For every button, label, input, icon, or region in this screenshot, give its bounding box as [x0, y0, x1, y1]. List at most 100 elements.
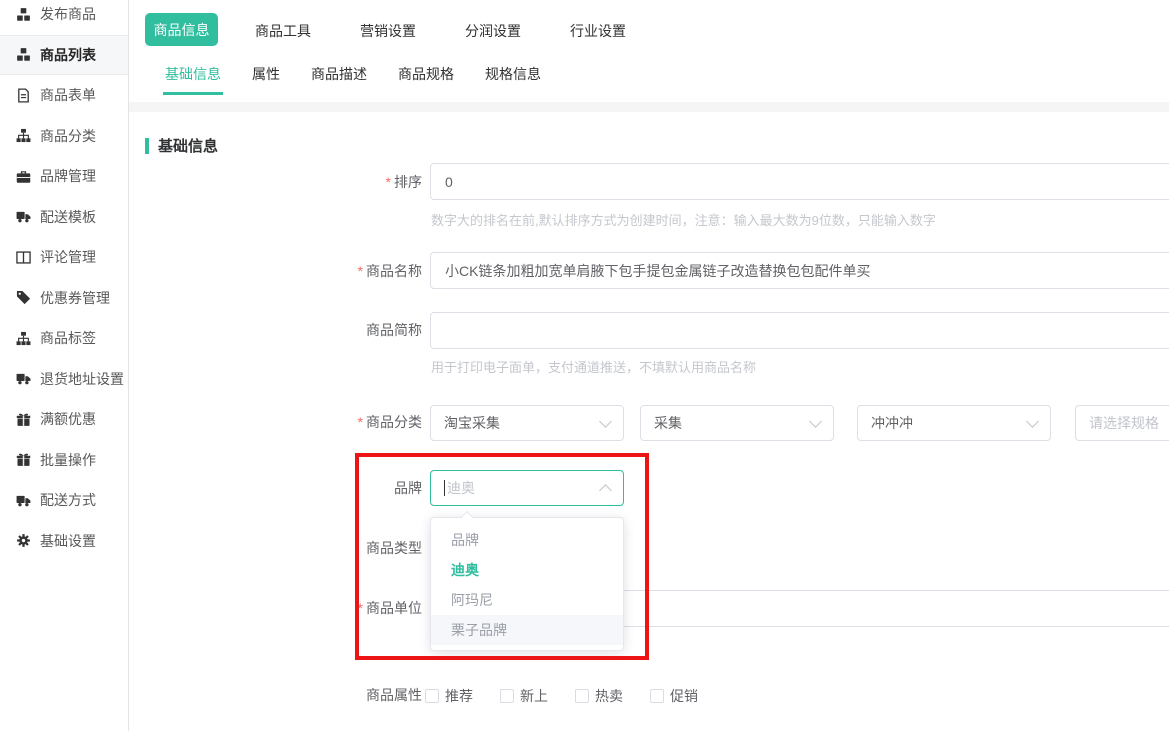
brand-option-1[interactable]: 迪奥	[431, 555, 623, 585]
sidebar-item-7[interactable]: 优惠券管理	[0, 278, 128, 319]
spec-select-placeholder: 请选择规格	[1089, 413, 1159, 433]
section-divider	[129, 102, 1169, 112]
product-name-label: *商品名称	[129, 263, 422, 279]
truck-icon	[15, 209, 31, 225]
attribute-checkbox-1[interactable]: 新上	[500, 686, 548, 706]
sidebar-item-label: 商品标签	[40, 328, 96, 348]
category-select-1[interactable]: 采集	[640, 405, 834, 441]
category-select-2[interactable]: 冲冲冲	[857, 405, 1051, 441]
subtab-0[interactable]: 基础信息	[163, 64, 223, 95]
unit-label: *商品单位	[129, 600, 422, 616]
sidebar-item-13[interactable]: 基础设置	[0, 521, 128, 562]
required-star: *	[358, 414, 363, 430]
subtab-4[interactable]: 规格信息	[483, 64, 543, 95]
product-type-label: 商品类型	[129, 540, 422, 556]
dropdown-arrow	[460, 511, 474, 525]
cubes-icon	[15, 6, 31, 22]
sort-label: *排序	[129, 174, 422, 190]
short-name-label: 商品简称	[129, 322, 422, 338]
text-cursor	[444, 480, 445, 496]
category-select-value: 淘宝采集	[444, 413, 500, 433]
sidebar-item-label: 品牌管理	[40, 166, 96, 186]
brand-label: 品牌	[129, 480, 422, 496]
top-tab-0[interactable]: 商品信息	[145, 13, 218, 46]
required-star: *	[386, 174, 391, 190]
spec-select[interactable]: 请选择规格	[1075, 405, 1169, 441]
section-header: 基础信息	[145, 135, 218, 156]
checkbox-label: 新上	[520, 686, 548, 706]
gear-icon	[15, 533, 31, 549]
sidebar-item-12[interactable]: 配送方式	[0, 480, 128, 521]
attribute-checkbox-2[interactable]: 热卖	[575, 686, 623, 706]
form-file-icon	[15, 87, 31, 103]
brand-select-value: 迪奥	[447, 478, 601, 498]
category-select-value: 采集	[654, 413, 682, 433]
checkbox-label: 热卖	[595, 686, 623, 706]
brand-select[interactable]: 迪奥	[430, 470, 624, 506]
brand-option-0[interactable]: 品牌	[431, 525, 623, 555]
section-title: 基础信息	[158, 135, 218, 156]
top-tab-4[interactable]: 行业设置	[570, 21, 626, 41]
checkbox-icon[interactable]	[500, 689, 514, 703]
sort-help-text: 数字大的排名在前,默认排序方式为创建时间，注意：输入最大数为9位数，只能输入数字	[431, 210, 936, 229]
chevron-down-icon	[599, 415, 612, 428]
sort-input[interactable]	[430, 163, 1169, 200]
required-star: *	[358, 263, 363, 279]
sidebar-item-6[interactable]: 评论管理	[0, 237, 128, 278]
tags-icon	[15, 290, 31, 306]
sidebar-item-1[interactable]: 商品列表	[0, 35, 128, 76]
chevron-down-icon	[1026, 415, 1039, 428]
sidebar-item-10[interactable]: 满额优惠	[0, 399, 128, 440]
attributes-label: 商品属性	[129, 687, 422, 703]
top-tab-1[interactable]: 商品工具	[255, 21, 311, 41]
brand-option-2[interactable]: 阿玛尼	[431, 585, 623, 615]
subtab-1[interactable]: 属性	[250, 64, 282, 95]
sidebar: 发布商品商品列表商品表单商品分类品牌管理配送模板评论管理优惠券管理商品标签退货地…	[0, 0, 129, 731]
sidebar-item-label: 评论管理	[40, 247, 96, 267]
short-name-input[interactable]	[430, 312, 1169, 349]
cubes-icon	[15, 47, 31, 63]
category-select-value: 冲冲冲	[871, 413, 913, 433]
category-label: *商品分类	[129, 414, 422, 430]
required-star: *	[358, 600, 363, 616]
sidebar-item-8[interactable]: 商品标签	[0, 318, 128, 359]
main-content: 商品信息商品工具营销设置分润设置行业设置 基础信息属性商品描述商品规格规格信息 …	[129, 0, 1169, 731]
top-tab-2[interactable]: 营销设置	[360, 21, 416, 41]
sidebar-item-2[interactable]: 商品表单	[0, 75, 128, 116]
checkbox-icon[interactable]	[575, 689, 589, 703]
attribute-checkbox-0[interactable]: 推荐	[425, 686, 473, 706]
sitemap-icon	[15, 128, 31, 144]
sidebar-item-label: 商品分类	[40, 126, 96, 146]
sidebar-item-label: 发布商品	[40, 4, 96, 24]
sidebar-item-label: 商品列表	[40, 45, 96, 65]
product-name-input[interactable]	[430, 252, 1169, 289]
attribute-checkbox-3[interactable]: 促销	[650, 686, 698, 706]
top-tab-3[interactable]: 分润设置	[465, 21, 521, 41]
short-name-help-text: 用于打印电子面单，支付通道推送，不填默认用商品名称	[431, 357, 756, 376]
checkbox-icon[interactable]	[650, 689, 664, 703]
gift-icon	[15, 411, 31, 427]
subtab-3[interactable]: 商品规格	[396, 64, 456, 95]
checkbox-label: 推荐	[445, 686, 473, 706]
sidebar-item-3[interactable]: 商品分类	[0, 116, 128, 157]
attributes-checkbox-group: 推荐 新上 热卖 促销	[425, 686, 698, 706]
brand-dropdown-panel: 品牌迪奥阿玛尼栗子品牌	[430, 517, 624, 651]
brand-option-3[interactable]: 栗子品牌	[431, 615, 623, 645]
sidebar-item-4[interactable]: 品牌管理	[0, 156, 128, 197]
subtab-2[interactable]: 商品描述	[309, 64, 369, 95]
category-select-0[interactable]: 淘宝采集	[430, 405, 624, 441]
sidebar-item-5[interactable]: 配送模板	[0, 197, 128, 238]
sidebar-item-9[interactable]: 退货地址设置	[0, 359, 128, 400]
checkbox-icon[interactable]	[425, 689, 439, 703]
sidebar-item-label: 基础设置	[40, 531, 96, 551]
sidebar-item-label: 满额优惠	[40, 409, 96, 429]
section-accent-bar	[145, 138, 149, 154]
columns-icon	[15, 249, 31, 265]
sidebar-item-label: 配送方式	[40, 490, 96, 510]
sitemap-icon	[15, 330, 31, 346]
checkbox-label: 促销	[670, 686, 698, 706]
sidebar-item-0[interactable]: 发布商品	[0, 0, 128, 35]
truck-icon	[15, 371, 31, 387]
sidebar-item-11[interactable]: 批量操作	[0, 440, 128, 481]
sidebar-menu: 发布商品商品列表商品表单商品分类品牌管理配送模板评论管理优惠券管理商品标签退货地…	[0, 0, 128, 561]
